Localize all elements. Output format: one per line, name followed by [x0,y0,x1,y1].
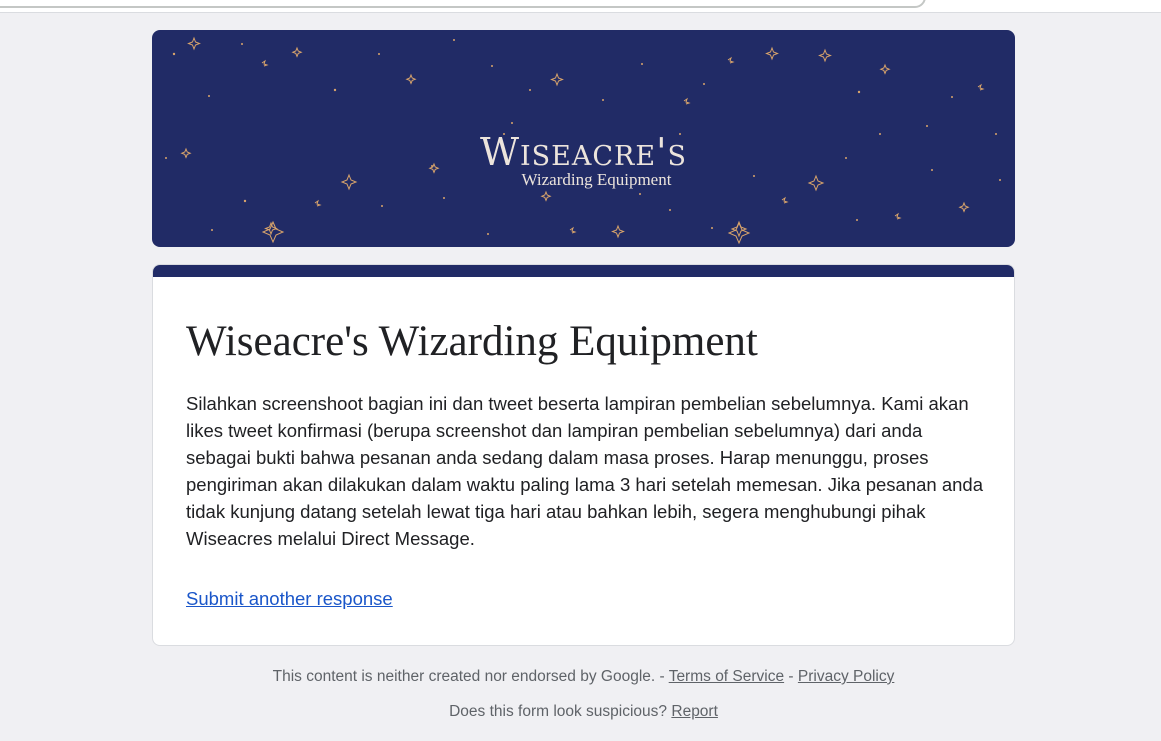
submit-another-response-link[interactable]: Submit another response [186,587,393,611]
separator: - [655,668,669,685]
privacy-policy-link[interactable]: Privacy Policy [798,668,894,685]
confirmation-card: Wiseacre's Wizarding Equipment Silahkan … [152,264,1015,646]
report-link[interactable]: Report [671,703,718,720]
page-footer: This content is neither created nor endo… [152,666,1015,723]
disclaimer-line: This content is neither created nor endo… [152,666,1015,688]
terms-of-service-link[interactable]: Terms of Service [669,668,784,685]
report-line: Does this form look suspicious? Report [152,701,1015,723]
form-title: Wiseacre's Wizarding Equipment [186,318,758,365]
brand-logo: Wiseacre's Wizarding Equipment [152,132,1015,188]
card-accent-bar [153,265,1014,277]
brand-subtitle: Wizarding Equipment [521,170,672,189]
confirmation-message: Silahkan screenshoot bagian ini dan twee… [186,393,984,549]
google-disclaimer: This content is neither created nor endo… [272,668,656,685]
suspicious-question: Does this form look suspicious? [449,703,668,720]
separator: - [784,668,798,685]
browser-top-strip [0,0,1161,13]
header-banner: Wiseacre's Wizarding Equipment [152,30,1015,247]
brand-wordmark: Wiseacre's [479,130,688,174]
address-bar[interactable] [0,0,926,8]
